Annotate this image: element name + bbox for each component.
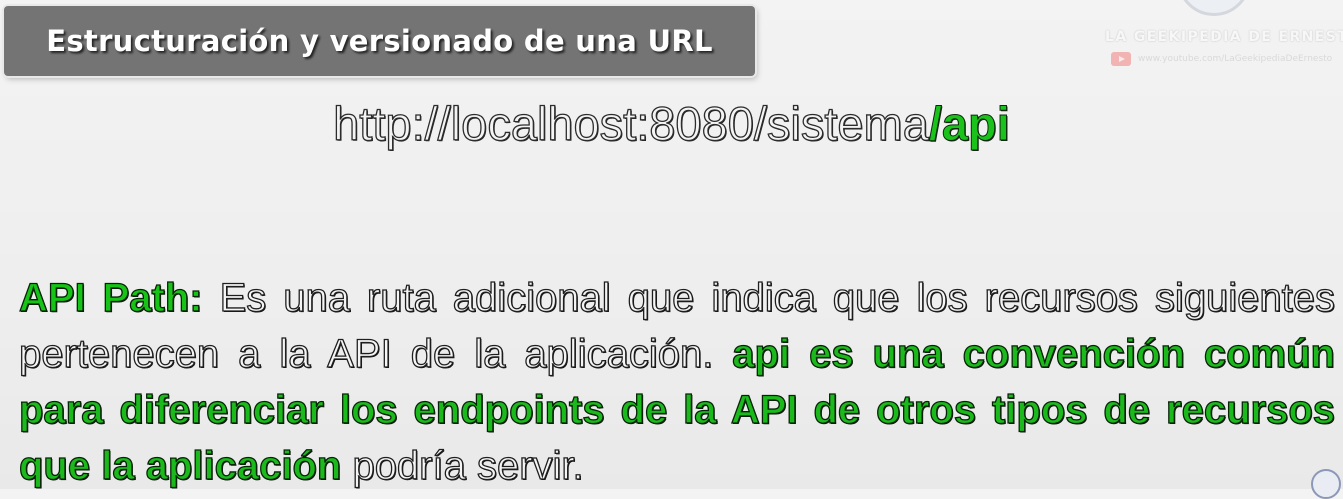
channel-brand: LA GEEKIPEDIA DE ERNESTO [1105,29,1343,45]
title-banner: Estructuración y versionado de una URL [4,6,755,76]
youtube-icon [1111,52,1131,66]
api-path-description: API Path: Es una ruta adicional que indi… [18,270,1335,494]
youtube-url: www.youtube.com/LaGeekipediaDeErnesto [1138,54,1333,64]
corner-badge-icon [1311,469,1341,499]
channel-watermark: LA GEEKIPEDIA DE ERNESTO www.youtube.com… [1099,0,1343,80]
url-base: http://localhost:8080/sistema [333,96,930,150]
channel-logo-icon [1177,0,1251,16]
slide-title: Estructuración y versionado de una URL [46,24,713,58]
definition-term: API Path: [18,275,203,320]
youtube-link-row: www.youtube.com/LaGeekipediaDeErnesto [1111,52,1332,66]
url-api-segment: /api [928,97,1010,151]
url-example: http://localhost:8080/sistema/api [0,94,1343,154]
definition-text-end: podría servir. [341,443,585,488]
